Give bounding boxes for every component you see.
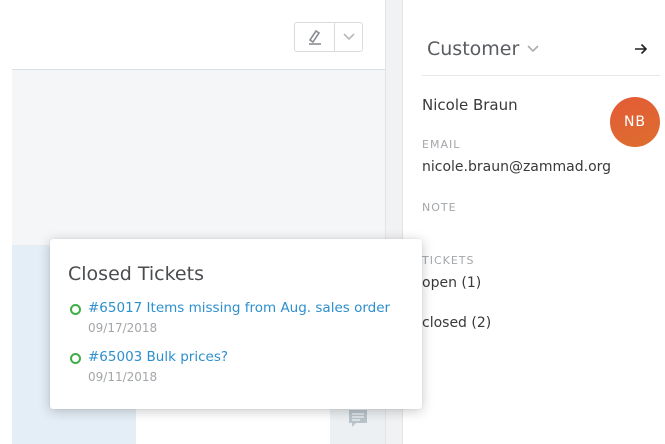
chevron-down-icon	[342, 33, 355, 41]
open-tickets-link[interactable]: open (1)	[422, 275, 481, 291]
ticket-date: 09/17/2018	[88, 321, 158, 335]
avatar-initials: NB	[623, 114, 647, 130]
highlight-button-group	[294, 22, 363, 52]
closed-status-icon	[70, 353, 81, 364]
closed-tickets-link[interactable]: closed (2)	[422, 315, 491, 331]
ticket-date: 09/11/2018	[88, 370, 158, 384]
popover-title: Closed Tickets	[68, 263, 204, 285]
sidebar-header: Customer	[422, 22, 660, 76]
ticket-link[interactable]: #65017 Items missing from Aug. sales ord…	[88, 300, 390, 316]
ticket-link[interactable]: #65003 Bulk prices?	[88, 349, 228, 365]
customer-name: Nicole Braun	[422, 96, 518, 114]
sidebar-title: Customer	[427, 38, 520, 60]
email-label: EMAIL	[422, 138, 461, 151]
closed-tickets-popover: Closed Tickets #65017 Items missing from…	[50, 239, 422, 409]
email-value[interactable]: nicole.braun@zammad.org	[422, 159, 611, 175]
tickets-label: TICKETS	[422, 254, 475, 267]
arrow-right-icon[interactable]	[634, 43, 648, 55]
highlighter-icon	[308, 29, 321, 45]
closed-status-icon	[70, 304, 81, 315]
chevron-down-icon	[527, 45, 539, 53]
highlighter-button[interactable]	[295, 23, 335, 51]
highlighter-dropdown-button[interactable]	[335, 23, 362, 51]
customer-sidebar: Customer Nicole Braun NB EMAIL nicole.br…	[403, 0, 665, 444]
sidebar-title-dropdown[interactable]: Customer	[427, 38, 539, 60]
comment-icon[interactable]	[347, 408, 369, 430]
avatar[interactable]: NB	[610, 97, 660, 147]
ticket-header-bar	[12, 0, 385, 70]
note-label: NOTE	[422, 201, 457, 214]
